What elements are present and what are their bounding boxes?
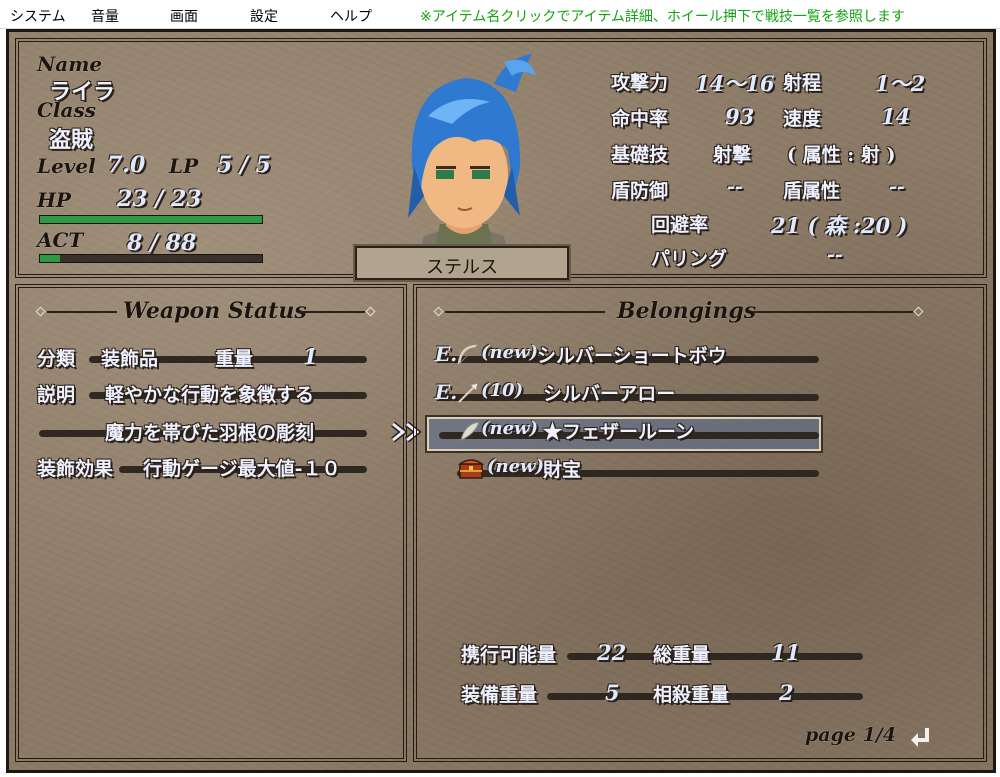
category-label: 分類: [37, 348, 76, 370]
effect-value: 行動ゲージ最大値-１０: [143, 458, 341, 480]
hp-bar: [39, 215, 263, 224]
item-name: シルバーアロー: [543, 383, 676, 405]
parry-label: パリング: [651, 248, 728, 270]
description-line-1: 軽やかな行動を象徴する: [105, 384, 315, 406]
belongings-title: Belongings: [617, 298, 757, 324]
parry-value: --: [827, 244, 843, 266]
level-value: 7.0: [107, 152, 146, 178]
lp-value: 5 / 5: [217, 152, 271, 178]
range-value: 1〜2: [875, 71, 926, 96]
shield-attr-value: --: [889, 176, 905, 198]
character-panel: Name ライラ Class 盗賊 Level 7.0 LP 5 / 5 HP …: [15, 38, 987, 282]
item-name: 財宝: [543, 459, 582, 481]
base-value: 射撃: [713, 144, 752, 166]
item-name: シルバーショートボウ: [537, 345, 727, 367]
hp-bar-fill: [40, 216, 262, 223]
category-value: 装飾品: [101, 348, 159, 370]
header-diamond: [365, 306, 376, 317]
bow-icon: [457, 344, 478, 365]
offset-weight-value: 2: [779, 680, 794, 705]
capacity-value: 22: [597, 640, 627, 665]
item-name: ★フェザールーン: [543, 421, 695, 443]
speed-value: 14: [881, 104, 911, 129]
level-label: Level: [37, 154, 96, 178]
header-diamond: [433, 306, 444, 317]
skill-name: ステルス: [426, 257, 498, 278]
attr-value: ( 属性 : 射 ): [787, 144, 896, 166]
equip-mark: E.: [435, 380, 458, 404]
menu-hint: ※アイテム名クリックでアイテム詳細、ホイール押下で戦技一覧を参照します: [420, 9, 905, 25]
character-class: 盗賊: [49, 127, 94, 153]
item-count: (10): [481, 380, 524, 401]
header-line: [753, 311, 913, 313]
act-bar-fill: [40, 255, 60, 262]
menu-help[interactable]: ヘルプ: [330, 6, 372, 26]
shield-label: 盾防御: [611, 180, 669, 202]
return-icon[interactable]: [909, 726, 933, 748]
weight-value: 1: [303, 344, 318, 369]
range-label: 射程: [783, 72, 822, 94]
page-indicator: page 1/4: [805, 724, 896, 746]
menu-settings[interactable]: 設定: [250, 6, 278, 26]
capacity-label: 携行可能量: [461, 644, 557, 666]
header-line: [47, 311, 117, 313]
treasure-chest-icon: [457, 459, 485, 479]
equip-mark: E.: [435, 342, 458, 366]
shield-value: --: [727, 176, 743, 198]
item-count: (new): [481, 342, 539, 363]
menu-bar: システム 音量 画面 設定 ヘルプ ※アイテム名クリックでアイテム詳細、ホイール…: [0, 0, 1000, 29]
item-count: (new): [481, 418, 539, 439]
atk-label: 攻撃力: [611, 72, 669, 94]
act-label: ACT: [37, 228, 84, 252]
hp-value: 23 / 23: [117, 186, 202, 212]
base-label: 基礎技: [611, 144, 669, 166]
total-weight-value: 11: [771, 640, 801, 665]
arrow-icon: [458, 383, 478, 403]
menu-volume[interactable]: 音量: [91, 6, 119, 26]
equip-weight-value: 5: [605, 680, 620, 705]
atk-value: 14〜16: [695, 71, 775, 96]
character-portrait: [408, 54, 536, 276]
skill-box: ステルス: [353, 244, 571, 282]
total-weight-label: 総重量: [653, 644, 711, 666]
menu-system[interactable]: システム: [10, 6, 66, 26]
description-label: 説明: [37, 384, 76, 406]
hp-label: HP: [37, 188, 71, 212]
menu-screen[interactable]: 画面: [170, 6, 198, 26]
weapon-status-title: Weapon Status: [123, 298, 307, 324]
effect-label: 装飾効果: [37, 458, 114, 480]
header-line: [299, 311, 365, 313]
description-line-2: 魔力を帯びた羽根の彫刻: [105, 422, 315, 444]
belongings-panel: Belongings E. (new) シルバーショートボウ E. (10) シ…: [413, 284, 987, 762]
hit-value: 93: [725, 104, 755, 129]
weapon-status-panel: Weapon Status 分類 装飾品 重量 1 説明 軽やかな行動を象徴する…: [15, 284, 407, 762]
speed-label: 速度: [783, 108, 822, 130]
header-diamond: [35, 306, 46, 317]
name-label: Name: [37, 52, 103, 76]
class-label: Class: [37, 98, 96, 122]
hit-label: 命中率: [611, 108, 669, 130]
evade-value: 21 ( 森 :20 ): [771, 213, 908, 238]
act-bar: [39, 254, 263, 263]
equip-weight-label: 装備重量: [461, 684, 538, 706]
offset-weight-label: 相殺重量: [653, 684, 730, 706]
lp-label: LP: [169, 154, 199, 178]
item-count: (new): [487, 456, 545, 477]
game-screen: Name ライラ Class 盗賊 Level 7.0 LP 5 / 5 HP …: [6, 29, 996, 773]
weight-label: 重量: [215, 348, 254, 370]
feather-icon: [460, 421, 480, 441]
header-line: [445, 311, 605, 313]
act-value: 8 / 88: [127, 230, 197, 256]
header-diamond: [913, 306, 924, 317]
shield-attr-label: 盾属性: [783, 180, 841, 202]
evade-label: 回避率: [651, 214, 709, 236]
